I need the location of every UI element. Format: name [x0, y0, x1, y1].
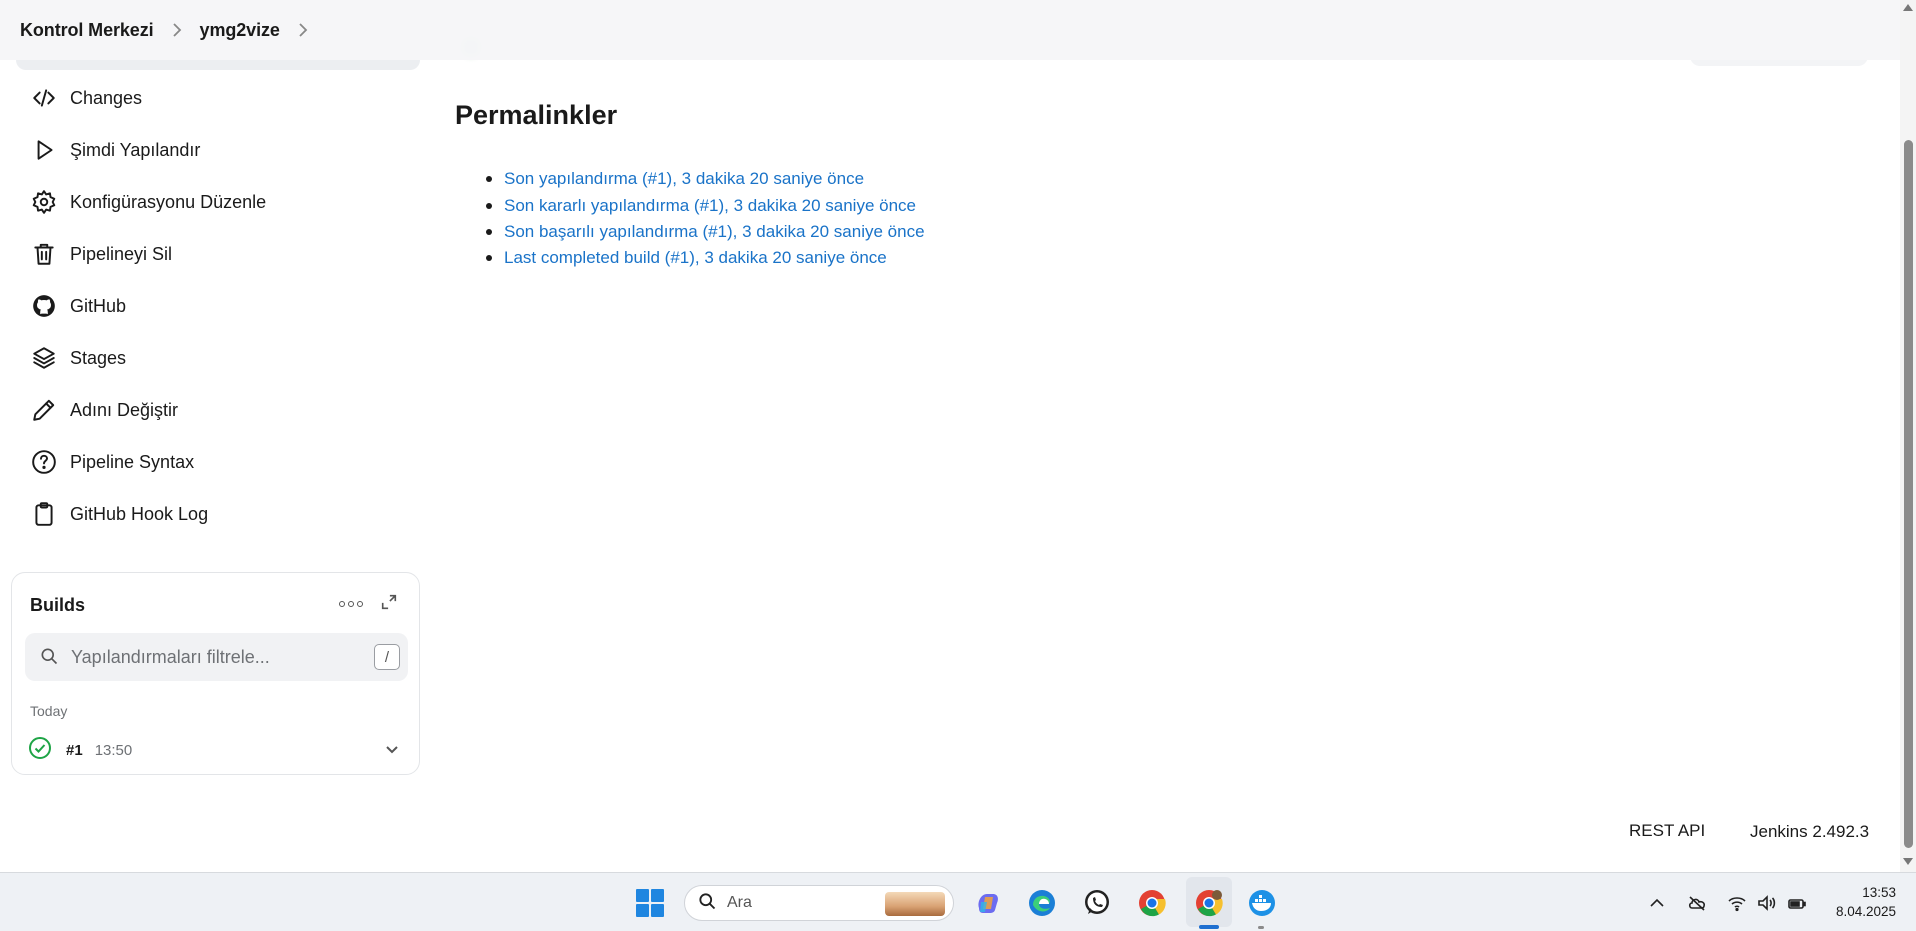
windows-start-icon[interactable]	[636, 889, 664, 917]
list-item: Son kararlı yapılandırma (#1), 3 dakika …	[486, 192, 925, 218]
taskbar-search[interactable]: Ara	[684, 885, 954, 921]
github-icon	[30, 292, 58, 320]
jenkins-version-link[interactable]: Jenkins 2.492.3	[1750, 822, 1869, 842]
running-app-indicator	[1258, 926, 1264, 929]
layers-icon	[30, 344, 58, 372]
list-item: Son yapılandırma (#1), 3 dakika 20 saniy…	[486, 166, 925, 192]
copilot-icon[interactable]	[972, 887, 1004, 919]
system-clock[interactable]: 13:53 8.04.2025	[1820, 883, 1896, 921]
builds-filter-input[interactable]	[69, 645, 363, 669]
clock-date: 8.04.2025	[1835, 904, 1896, 919]
chevron-down-icon[interactable]	[384, 741, 400, 762]
task-stages[interactable]: Stages	[14, 332, 424, 384]
list-item: Son başarılı yapılandırma (#1), 3 dakika…	[486, 219, 925, 245]
taskbar-search-label: Ara	[727, 894, 752, 911]
list-item: Last completed build (#1), 3 dakika 20 s…	[486, 245, 925, 271]
task-pipeline-syntax[interactable]: Pipeline Syntax	[14, 436, 424, 488]
task-build-now[interactable]: Şimdi Yapılandır	[14, 124, 424, 176]
battery-icon[interactable]	[1786, 893, 1808, 913]
search-icon	[697, 891, 717, 916]
scroll-down-arrow-icon[interactable]	[1903, 858, 1913, 865]
wifi-icon[interactable]	[1726, 893, 1748, 913]
task-changes[interactable]: Changes	[14, 72, 424, 124]
builds-title: Builds	[30, 595, 86, 615]
task-label: Stages	[70, 347, 127, 368]
pencil-icon	[30, 396, 58, 424]
build-time: 13:50	[94, 741, 133, 759]
permalink-last-stable-build[interactable]: Son kararlı yapılandırma (#1), 3 dakika …	[504, 196, 916, 216]
clock-time: 13:53	[1862, 885, 1896, 900]
scrollbar-thumb[interactable]	[1904, 140, 1913, 848]
task-github-hook-log[interactable]: GitHub Hook Log	[14, 488, 424, 540]
search-highlight-image	[885, 892, 945, 916]
chevron-right-icon[interactable]	[172, 22, 182, 38]
task-label: Pipeline Syntax	[70, 451, 195, 472]
permalink-last-successful-build[interactable]: Son başarılı yapılandırma (#1), 3 dakika…	[504, 222, 925, 242]
task-github[interactable]: GitHub	[14, 280, 424, 332]
task-label: GitHub Hook Log	[70, 503, 209, 524]
task-label: Changes	[70, 87, 143, 108]
task-delete-pipeline[interactable]: Pipelineyi Sil	[14, 228, 424, 280]
task-label: Şimdi Yapılandır	[70, 139, 201, 160]
keyboard-shortcut-badge: /	[374, 644, 400, 670]
builds-panel: Builds / Today #1 13:50	[11, 572, 420, 775]
build-row[interactable]: #1 13:50	[28, 735, 408, 765]
onedrive-offline-icon[interactable]	[1686, 893, 1708, 913]
task-label: Konfigürasyonu Düzenle	[70, 191, 267, 212]
task-label: GitHub	[70, 295, 127, 316]
task-rename[interactable]: Adını Değiştir	[14, 384, 424, 436]
permalink-last-completed-build[interactable]: Last completed build (#1), 3 dakika 20 s…	[504, 248, 887, 268]
scroll-up-arrow-icon[interactable]	[1903, 4, 1913, 11]
breadcrumb-item-job[interactable]: ymg2vize	[200, 20, 280, 41]
expand-icon[interactable]	[380, 593, 402, 615]
success-check-icon	[28, 736, 52, 765]
sidebar-tasks: Changes Şimdi Yapılandır Konfigürasyonu …	[14, 72, 424, 540]
play-icon	[30, 136, 58, 164]
trash-icon	[30, 240, 58, 268]
permalink-last-build[interactable]: Son yapılandırma (#1), 3 dakika 20 saniy…	[504, 169, 864, 189]
chrome-profile-icon[interactable]	[1193, 887, 1225, 919]
windows-taskbar: Ara 13:53 8.04.2025	[0, 872, 1916, 931]
breadcrumb: Kontrol Merkezi ymg2vize	[0, 0, 1900, 60]
active-app-indicator	[1199, 925, 1219, 929]
task-configure[interactable]: Konfigürasyonu Düzenle	[14, 176, 424, 228]
volume-icon[interactable]	[1756, 893, 1778, 913]
page-title: Permalinkler	[455, 100, 618, 130]
docker-icon[interactable]	[1246, 887, 1278, 919]
help-circle-icon	[30, 448, 58, 476]
task-label: Adını Değiştir	[70, 399, 179, 420]
builds-group-label: Today	[30, 703, 68, 719]
gear-icon	[30, 188, 58, 216]
code-icon	[30, 84, 58, 112]
breadcrumb-item-dashboard[interactable]: Kontrol Merkezi	[20, 20, 154, 41]
chevron-right-icon[interactable]	[298, 22, 308, 38]
task-label: Pipelineyi Sil	[70, 243, 173, 264]
page-scrollbar[interactable]	[1900, 0, 1916, 872]
whatsapp-icon[interactable]	[1081, 887, 1113, 919]
builds-filter: /	[25, 633, 408, 681]
permalinks-list: Son yapılandırma (#1), 3 dakika 20 saniy…	[486, 166, 925, 272]
search-icon	[39, 646, 61, 668]
build-number[interactable]: #1	[66, 742, 83, 759]
more-options-icon[interactable]	[339, 595, 363, 613]
chrome-icon[interactable]	[1136, 887, 1168, 919]
clipboard-icon	[30, 500, 58, 528]
rest-api-link[interactable]: REST API	[1629, 821, 1705, 841]
chevron-up-icon[interactable]	[1646, 893, 1668, 913]
edge-icon[interactable]	[1026, 887, 1058, 919]
